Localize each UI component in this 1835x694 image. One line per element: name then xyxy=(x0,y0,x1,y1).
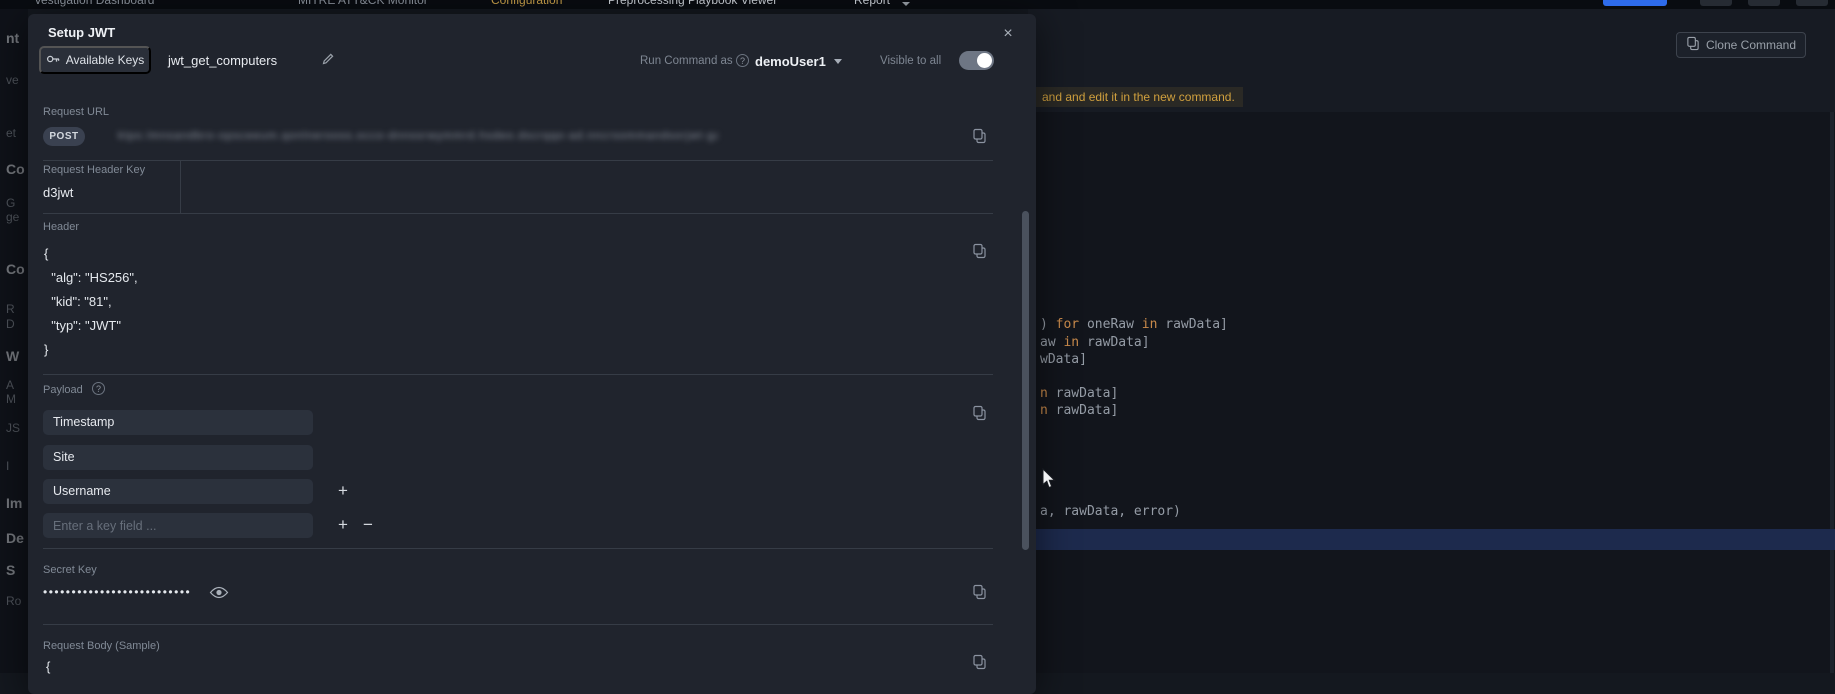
remove-payload-key-button[interactable]: − xyxy=(358,515,378,535)
add-payload-key-button[interactable]: + xyxy=(333,481,353,501)
request-url-blurred: ktpo.lmnsandbro-opsceeum.qonlnerooss.occ… xyxy=(118,130,718,142)
header-json-text: { "alg": "HS256", "kid": "81", "typ": "J… xyxy=(44,246,138,357)
modal-backdrop xyxy=(0,0,28,673)
editor-selection-highlight xyxy=(1028,529,1835,550)
http-method-badge: POST xyxy=(43,127,85,146)
chevron-down-icon xyxy=(902,2,910,6)
divider xyxy=(43,374,993,375)
key-icon xyxy=(46,52,60,69)
payload-key-field[interactable]: Username xyxy=(43,479,313,504)
command-name-text: jwt_get_computers xyxy=(168,53,278,68)
edit-pencil-icon[interactable] xyxy=(321,52,339,70)
request-header-key-value: d3jwt xyxy=(43,185,74,200)
visible-to-all-label: Visible to all xyxy=(880,55,942,67)
request-header-key-label: Request Header Key xyxy=(43,164,146,176)
header-section-label: Header xyxy=(43,221,80,233)
divider xyxy=(43,213,993,214)
copy-secret-key-button[interactable] xyxy=(972,584,990,602)
topbar-icon-2[interactable] xyxy=(1748,0,1780,6)
payload-key-field[interactable]: Site xyxy=(43,445,313,470)
clone-command-button[interactable]: Clone Command xyxy=(1676,32,1806,58)
visible-to-all-toggle[interactable] xyxy=(959,51,994,70)
copy-payload-button[interactable] xyxy=(972,405,990,423)
available-keys-label: Available Keys xyxy=(65,53,145,67)
show-secret-eye-icon[interactable] xyxy=(209,586,229,600)
copy-header-button[interactable] xyxy=(972,243,990,261)
topbar-icon-1[interactable] xyxy=(1700,0,1732,6)
nav-tab-mitre-attack-monitor[interactable]: MITRE ATT&CK Monitor xyxy=(298,0,428,7)
request-body-first-line: { xyxy=(46,659,51,674)
secret-key-label: Secret Key xyxy=(43,564,97,576)
nav-tab-configuration[interactable]: Configuration xyxy=(491,0,562,7)
clone-command-label: Clone Command xyxy=(1705,38,1797,52)
request-url-label: Request URL xyxy=(43,106,110,118)
modal-scrollbar-thumb[interactable] xyxy=(1022,211,1029,550)
topbar-icon-3[interactable] xyxy=(1796,0,1828,6)
run-as-select[interactable]: demoUser1 xyxy=(755,50,842,72)
warning-banner: and and edit it in the new command. xyxy=(1036,87,1243,107)
payload-section-label: Payload xyxy=(43,384,83,396)
copy-request-url-button[interactable] xyxy=(972,128,990,146)
copy-icon xyxy=(1686,36,1700,54)
payload-key-input[interactable] xyxy=(43,513,313,538)
help-icon[interactable]: ? xyxy=(736,54,749,67)
setup-jwt-modal: Setup JWT × Available Keys jwt_get_compu… xyxy=(28,14,1036,694)
run-command-as-label: Run Command as xyxy=(640,55,733,67)
secret-key-masked-value: •••••••••••••••••••••••••• xyxy=(43,585,192,599)
run-as-value: demoUser1 xyxy=(755,53,826,69)
available-keys-button[interactable]: Available Keys xyxy=(39,46,151,74)
chevron-down-icon xyxy=(833,58,842,64)
modal-title: Setup JWT xyxy=(48,25,116,40)
divider xyxy=(43,160,993,161)
close-icon[interactable]: × xyxy=(996,22,1020,46)
mouse-cursor xyxy=(1042,467,1058,495)
help-icon[interactable]: ? xyxy=(92,382,105,395)
code-editor-background[interactable] xyxy=(1028,112,1835,673)
nav-tab-report[interactable]: Report xyxy=(854,0,890,7)
top-navigation-bar: vestigation Dashboard MITRE ATT&CK Monit… xyxy=(0,0,1835,9)
nav-tab-preprocessing-playbook-viewer[interactable]: Preprocessing Playbook Viewer xyxy=(608,0,777,7)
editor-scrollbar[interactable] xyxy=(1830,112,1834,673)
divider xyxy=(43,624,993,625)
copy-request-body-button[interactable] xyxy=(972,654,990,672)
insert-button[interactable]: Insert xyxy=(1603,0,1667,6)
nav-tab-investigation-dashboard[interactable]: vestigation Dashboard xyxy=(35,0,154,7)
divider xyxy=(43,548,993,549)
add-payload-key-button[interactable]: + xyxy=(333,515,353,535)
payload-key-field[interactable]: Timestamp xyxy=(43,410,313,435)
cell-divider xyxy=(180,160,181,213)
toggle-knob xyxy=(977,53,992,68)
request-body-label: Request Body (Sample) xyxy=(43,640,160,652)
